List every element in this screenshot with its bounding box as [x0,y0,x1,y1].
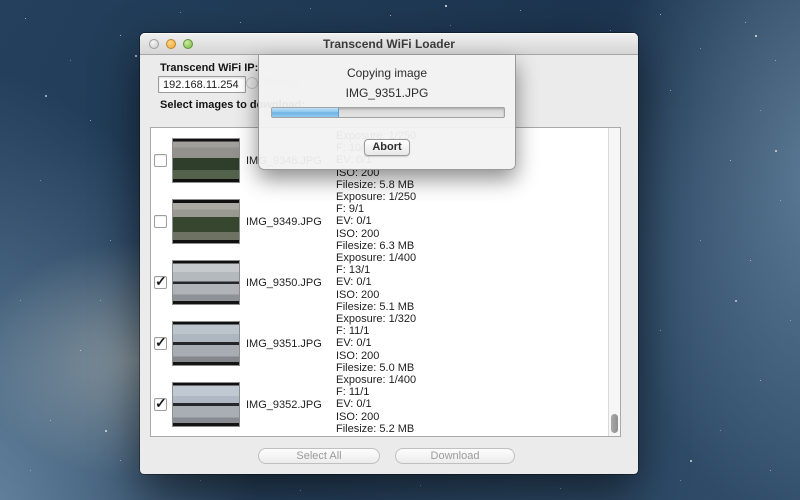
image-thumbnail [172,382,240,427]
exif-exposure: Exposure: 1/250 [336,191,416,203]
close-button[interactable] [149,39,159,49]
window-title: Transcend WiFi Loader [140,33,638,55]
exif-filesize: Filesize: 5.8 MB [336,179,416,191]
checkbox[interactable] [154,276,167,289]
abort-button[interactable]: Abort [364,139,410,156]
exif-exposure: Exposure: 1/400 [336,252,416,264]
exif-filesize: Filesize: 5.2 MB [336,423,416,435]
image-filename: IMG_9349.JPG [246,216,336,228]
image-thumbnail [172,260,240,305]
list-item: IMG_9349.JPG Exposure: 1/250 F: 9/1 EV: … [151,191,608,252]
image-thumbnail [172,138,240,183]
progress-fill [272,108,339,117]
exif-iso: ISO: 200 [336,228,416,240]
image-filename: IMG_9352.JPG [246,399,336,411]
exif-f: F: 9/1 [336,203,416,215]
window-content: Transcend WiFi IP: Reload Select images … [140,55,638,474]
exif-f: F: 11/1 [336,386,416,398]
exif-info: Exposure: 1/400 F: 11/1 EV: 0/1 ISO: 200… [336,374,416,435]
checkbox[interactable] [154,215,167,228]
star-field-bright [0,0,2,2]
exif-ev: EV: 0/1 [336,215,416,227]
reload-icon [246,77,258,89]
checkbox[interactable] [154,398,167,411]
exif-exposure: Exposure: 1/320 [336,313,416,325]
image-list-rows: IMG_9348.JPG Exposure: 1/250 F: 10/1 EV:… [151,128,608,436]
exif-f: F: 11/1 [336,325,416,337]
list-scrollbar[interactable] [608,128,620,436]
desktop-wallpaper: Transcend WiFi Loader Transcend WiFi IP:… [0,0,800,500]
exif-filesize: Filesize: 6.3 MB [336,240,416,252]
list-item: IMG_9350.JPG Exposure: 1/400 F: 13/1 EV:… [151,252,608,313]
minimize-button[interactable] [166,39,176,49]
ip-label: Transcend WiFi IP: [160,62,258,74]
exif-filesize: Filesize: 5.0 MB [336,362,416,374]
dialog-filename: IMG_9351.JPG [259,86,515,100]
exif-filesize: Filesize: 5.1 MB [336,301,416,313]
list-item: IMG_9351.JPG Exposure: 1/320 F: 11/1 EV:… [151,313,608,374]
exif-ev: EV: 0/1 [336,398,416,410]
dialog-title: Copying image [259,66,515,80]
download-button[interactable]: Download [395,448,515,464]
exif-iso: ISO: 200 [336,289,416,301]
image-list: IMG_9348.JPG Exposure: 1/250 F: 10/1 EV:… [150,127,621,437]
image-filename: IMG_9351.JPG [246,338,336,350]
progress-bar [271,107,505,118]
exif-f: F: 13/1 [336,264,416,276]
image-thumbnail [172,321,240,366]
list-item: IMG_9352.JPG Exposure: 1/400 F: 11/1 EV:… [151,374,608,435]
scrollbar-thumb[interactable] [611,414,618,433]
checkbox[interactable] [154,337,167,350]
image-thumbnail [172,199,240,244]
exif-ev: EV: 0/1 [336,276,416,288]
exif-iso: ISO: 200 [336,350,416,362]
exif-info: Exposure: 1/320 F: 11/1 EV: 0/1 ISO: 200… [336,313,416,374]
image-filename: IMG_9350.JPG [246,277,336,289]
exif-info: Exposure: 1/250 F: 9/1 EV: 0/1 ISO: 200 … [336,191,416,252]
exif-iso: ISO: 200 [336,411,416,423]
select-all-button[interactable]: Select All [258,448,380,464]
window-titlebar[interactable]: Transcend WiFi Loader [140,33,638,55]
checkbox[interactable] [154,154,167,167]
zoom-button[interactable] [183,39,193,49]
ip-input[interactable] [158,76,246,93]
exif-exposure: Exposure: 1/400 [336,374,416,386]
exif-ev: EV: 0/1 [336,337,416,349]
exif-info: Exposure: 1/400 F: 13/1 EV: 0/1 ISO: 200… [336,252,416,313]
copy-progress-dialog: Copying image IMG_9351.JPG Abort [258,55,516,170]
app-window: Transcend WiFi Loader Transcend WiFi IP:… [140,33,638,474]
